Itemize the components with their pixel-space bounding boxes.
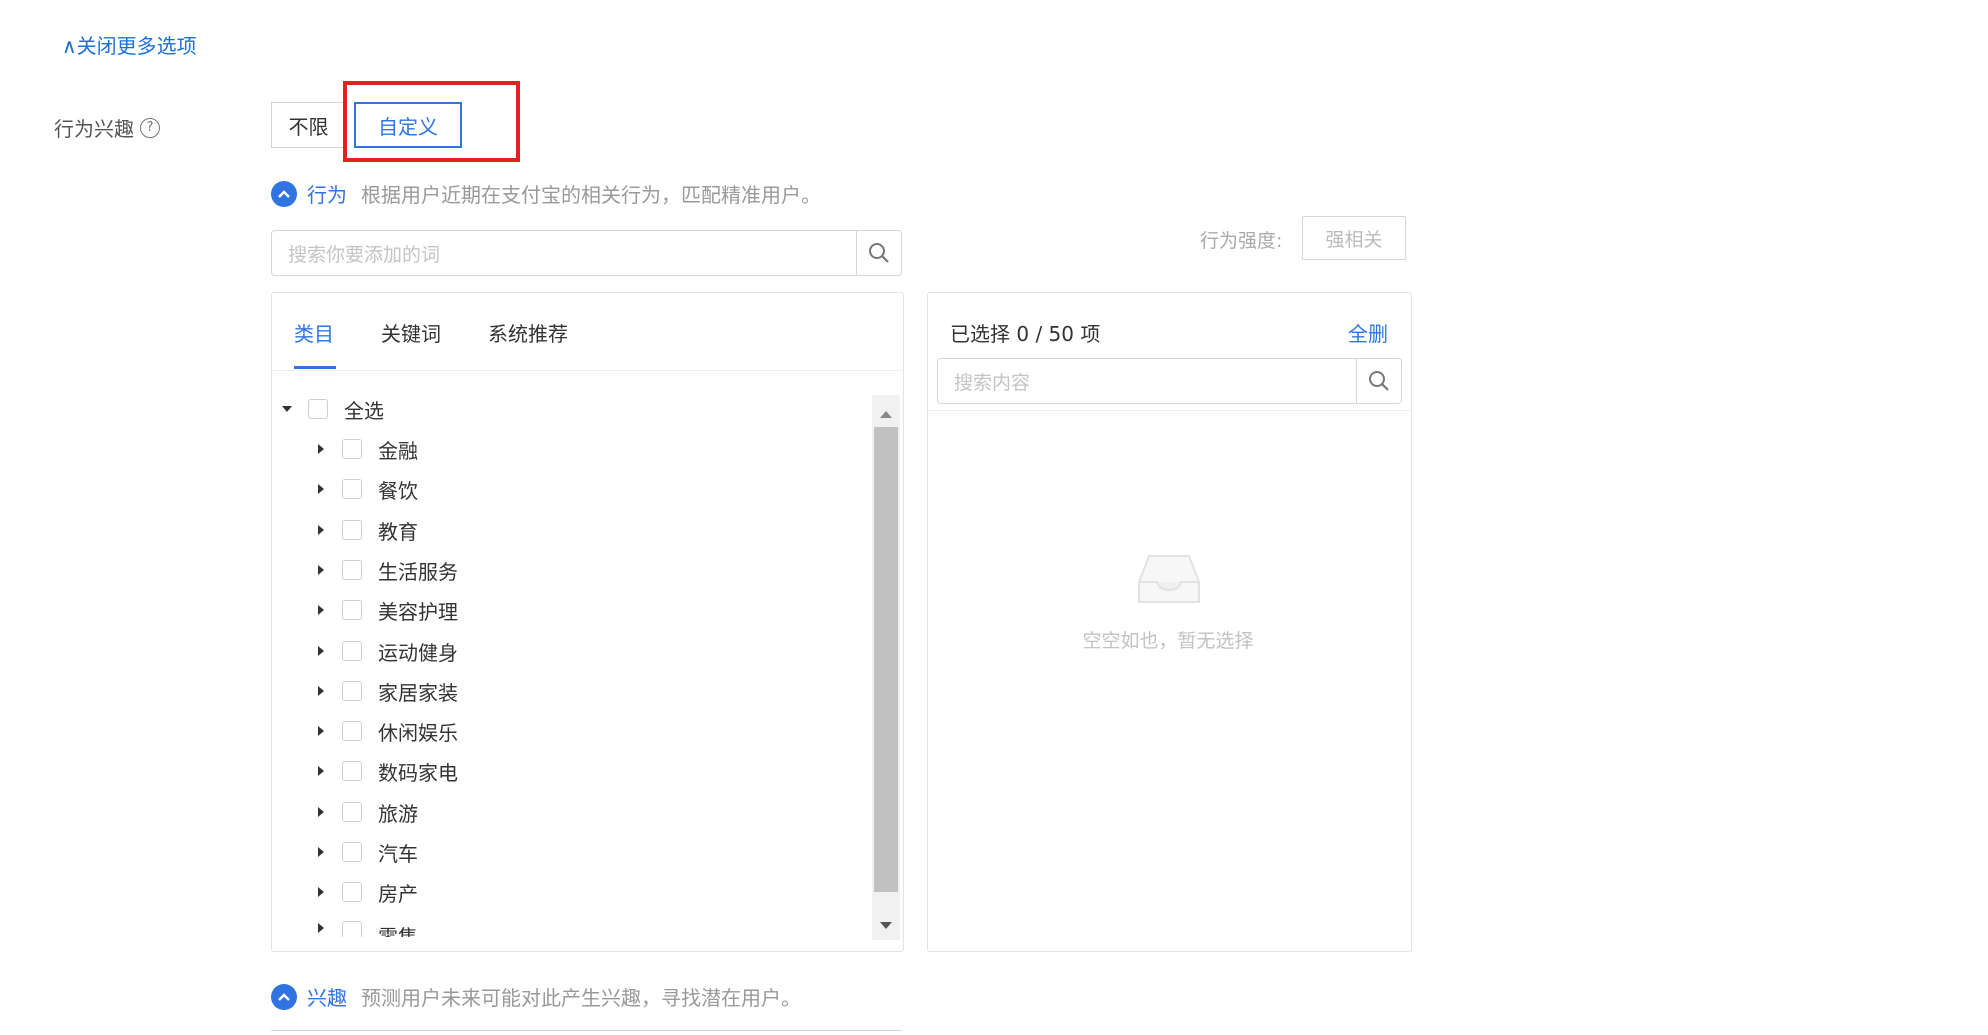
tree-row-checkbox[interactable] bbox=[342, 600, 362, 620]
behavior-section-header[interactable]: 行为 根据用户近期在支付宝的相关行为，匹配精准用户。 bbox=[271, 179, 821, 208]
behavior-search-input[interactable]: 搜索你要添加的词 bbox=[272, 231, 856, 275]
tree-row-checkbox[interactable] bbox=[342, 641, 362, 661]
option-unlimited-button[interactable]: 不限 bbox=[271, 102, 345, 148]
tree-row-label: 美容护理 bbox=[378, 599, 458, 624]
tree-row[interactable]: 餐饮 bbox=[314, 469, 418, 509]
tree-row-checkbox[interactable] bbox=[342, 560, 362, 580]
caret-down-icon[interactable] bbox=[280, 402, 294, 416]
interest-section-header[interactable]: 兴趣 预测用户未来可能对此产生兴趣，寻找潜在用户。 bbox=[271, 982, 801, 1011]
caret-right-icon[interactable] bbox=[314, 684, 328, 698]
tree-row-label: 教育 bbox=[378, 519, 418, 544]
tree-row-label: 家居家装 bbox=[378, 680, 458, 705]
selected-search-box: 搜索内容 bbox=[937, 358, 1402, 404]
tab-category[interactable]: 类目 bbox=[294, 318, 334, 347]
selected-search-input[interactable]: 搜索内容 bbox=[938, 359, 1356, 403]
caret-right-icon[interactable] bbox=[314, 442, 328, 456]
option-custom-button[interactable]: 自定义 bbox=[354, 102, 462, 148]
select-all-label: 全选 bbox=[344, 398, 384, 423]
caret-right-icon[interactable] bbox=[314, 563, 328, 577]
caret-right-icon[interactable] bbox=[314, 724, 328, 738]
interest-section-description: 预测用户未来可能对此产生兴趣，寻找潜在用户。 bbox=[361, 986, 801, 1010]
tree-row[interactable]: 生活服务 bbox=[314, 550, 458, 590]
empty-state-text: 空空如也，暂无选择 bbox=[1082, 630, 1254, 652]
behavior-section-description: 根据用户近期在支付宝的相关行为，匹配精准用户。 bbox=[361, 183, 821, 207]
field-label-text: 行为兴趣 bbox=[54, 117, 134, 141]
caret-right-icon[interactable] bbox=[314, 603, 328, 617]
tree-row[interactable]: 运动健身 bbox=[314, 631, 458, 671]
selected-count: 已选择 0 / 50 项 bbox=[950, 322, 1101, 346]
behavior-strength-label: 行为强度: bbox=[1200, 230, 1283, 252]
question-circle-icon[interactable]: ? bbox=[140, 117, 160, 138]
tree-row-checkbox[interactable] bbox=[342, 761, 362, 781]
tree-row-label: 房产 bbox=[378, 881, 418, 906]
caret-right-icon[interactable] bbox=[314, 764, 328, 778]
empty-inbox-icon bbox=[1135, 552, 1203, 612]
tree-row-checkbox[interactable] bbox=[342, 479, 362, 499]
caret-right-icon[interactable] bbox=[314, 523, 328, 537]
caret-right-icon[interactable] bbox=[314, 805, 328, 819]
tree-row[interactable]: 休闲娱乐 bbox=[314, 711, 458, 751]
chevron-up-icon[interactable] bbox=[271, 983, 297, 1010]
tree-row-checkbox[interactable] bbox=[342, 802, 362, 822]
scroll-up-arrow-icon[interactable] bbox=[878, 404, 894, 423]
interest-search-box-edge bbox=[271, 1030, 902, 1035]
tree-row-checkbox[interactable] bbox=[342, 842, 362, 862]
behavior-interest-label: 行为兴趣 ? bbox=[54, 113, 160, 142]
caret-right-icon[interactable] bbox=[314, 845, 328, 859]
tree-row-label: 餐饮 bbox=[378, 478, 418, 503]
scrollbar-thumb[interactable] bbox=[874, 427, 898, 892]
tree-row[interactable]: 旅游 bbox=[314, 792, 418, 832]
search-icon[interactable] bbox=[1356, 359, 1401, 403]
caret-right-icon[interactable] bbox=[314, 482, 328, 496]
tree-row-label: 运动健身 bbox=[378, 640, 458, 665]
tab-system-recommend[interactable]: 系统推荐 bbox=[488, 318, 568, 347]
tree-row-label: 数码家电 bbox=[378, 760, 458, 785]
active-tab-indicator bbox=[294, 366, 336, 369]
search-icon[interactable] bbox=[856, 231, 901, 275]
tree-row[interactable]: 房产 bbox=[314, 872, 418, 912]
tree-row[interactable]: 金融 bbox=[314, 429, 418, 469]
tree-row-checkbox[interactable] bbox=[342, 721, 362, 741]
behavior-strength-select[interactable]: 强相关 bbox=[1302, 216, 1406, 260]
tree-row-checkbox[interactable] bbox=[342, 882, 362, 902]
tree-row-label: 生活服务 bbox=[378, 559, 458, 584]
behavior-search-box: 搜索你要添加的词 bbox=[271, 230, 902, 276]
tab-keywords[interactable]: 关键词 bbox=[381, 318, 441, 347]
caret-right-icon[interactable] bbox=[314, 644, 328, 658]
behavior-section-title: 行为 bbox=[307, 183, 347, 207]
select-all-checkbox[interactable] bbox=[308, 399, 328, 419]
tree-row-checkbox[interactable] bbox=[342, 439, 362, 459]
chevron-up-icon[interactable] bbox=[271, 180, 297, 207]
tree-row[interactable]: 汽车 bbox=[314, 832, 418, 872]
tree-row[interactable]: 教育 bbox=[314, 510, 418, 550]
tree-row[interactable]: 零售 bbox=[314, 913, 418, 937]
tree-row-select-all[interactable]: 全选 bbox=[280, 389, 384, 429]
tree-row-checkbox[interactable] bbox=[342, 681, 362, 701]
interest-section-title: 兴趣 bbox=[307, 986, 347, 1010]
tree-row-label: 休闲娱乐 bbox=[378, 720, 458, 745]
tabs-divider bbox=[272, 370, 902, 371]
caret-right-icon[interactable] bbox=[314, 921, 328, 935]
tree-row[interactable]: 家居家装 bbox=[314, 671, 458, 711]
tree-row[interactable]: 美容护理 bbox=[314, 590, 458, 630]
tree-row-label: 汽车 bbox=[378, 841, 418, 866]
tree-row-checkbox[interactable] bbox=[342, 921, 362, 937]
collapse-more-options-link[interactable]: ∧关闭更多选项 bbox=[62, 30, 197, 59]
scroll-down-arrow-icon[interactable] bbox=[878, 916, 894, 935]
tree-row-checkbox[interactable] bbox=[342, 520, 362, 540]
caret-right-icon[interactable] bbox=[314, 885, 328, 899]
selected-divider bbox=[928, 410, 1411, 411]
tree-row-label: 旅游 bbox=[378, 801, 418, 826]
tree-row-label: 金融 bbox=[378, 438, 418, 463]
clear-all-link[interactable]: 全删 bbox=[1348, 318, 1388, 347]
tree-row[interactable]: 数码家电 bbox=[314, 751, 458, 791]
tree-row-label: 零售 bbox=[378, 925, 418, 937]
